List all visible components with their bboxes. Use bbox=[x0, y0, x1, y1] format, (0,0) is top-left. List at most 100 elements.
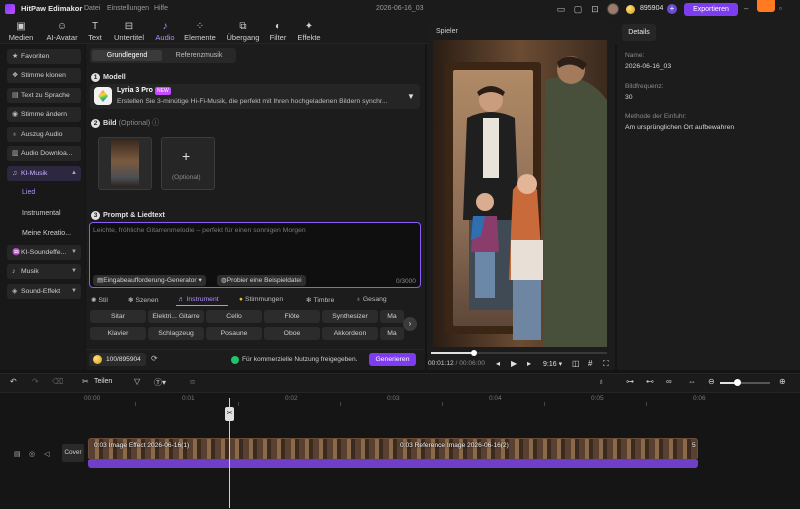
voice-change-icon: ◉ bbox=[12, 111, 19, 118]
chip-sitar[interactable]: Sitar bbox=[90, 310, 146, 323]
chip-posaune[interactable]: Posaune bbox=[206, 327, 262, 340]
sidebar-item-ki-soundeffekte[interactable]: ♒KI-Soundeffe... ▼ bbox=[7, 245, 81, 260]
chip-synthesizer[interactable]: Synthesizer bbox=[322, 310, 378, 323]
prev-frame-icon[interactable]: ◂ bbox=[496, 359, 500, 368]
cat-timbre[interactable]: ✻ Timbre bbox=[306, 296, 334, 304]
chip-klavier[interactable]: Klavier bbox=[90, 327, 146, 340]
sidebar-sub-instrumental[interactable]: Instrumental bbox=[22, 210, 61, 217]
tab-label: Effekte bbox=[297, 33, 321, 42]
user-avatar[interactable] bbox=[607, 3, 619, 15]
sidebar-item-stimme-klonen[interactable]: ❖ Stimme klonen bbox=[7, 68, 81, 83]
tab-audio[interactable]: ♪ Audio bbox=[152, 18, 178, 44]
plus-icon: + bbox=[182, 148, 191, 164]
chain-icon[interactable]: ∞ bbox=[666, 377, 672, 386]
example-file-button[interactable]: ◍Probier eine Beispieldatei bbox=[217, 275, 306, 286]
sidebar-item-ki-musik[interactable]: ♫ KI-Musik ▲ bbox=[7, 166, 81, 181]
cat-instrument[interactable]: ♬ Instrument bbox=[178, 296, 219, 303]
tab-effekte[interactable]: ✦ Effekte bbox=[294, 18, 324, 44]
cat-stil[interactable]: ✺ Stil bbox=[91, 296, 108, 304]
tab-text[interactable]: T Text bbox=[84, 18, 106, 44]
tab-ai-avatar[interactable]: ☺ AI-Avatar bbox=[41, 18, 83, 44]
cart-icon[interactable]: ⊡ bbox=[590, 4, 600, 14]
crop-icon[interactable]: # bbox=[588, 359, 592, 368]
chip-more-2[interactable]: Ma bbox=[380, 327, 404, 340]
chip-schlagzeug[interactable]: Schlagzeug bbox=[148, 327, 204, 340]
cat-gesang[interactable]: ♁ Gesang bbox=[356, 296, 387, 303]
sidebar-item-auszug-audio[interactable]: ♁ Auszug Audio bbox=[7, 127, 81, 142]
tab-label: Untertitel bbox=[113, 33, 144, 42]
sidebar-sub-lied[interactable]: Lied bbox=[22, 189, 35, 196]
section-title: Prompt & Liedtext bbox=[103, 210, 165, 219]
chip-floete[interactable]: Flöte bbox=[264, 310, 320, 323]
feedback-icon[interactable]: ▢ bbox=[573, 4, 583, 14]
track-lock-icon[interactable]: ▤ bbox=[14, 450, 21, 458]
cat-stimmungen[interactable]: ● Stimmungen bbox=[239, 296, 283, 303]
menu-hilfe[interactable]: Hilfe bbox=[154, 5, 168, 12]
seg-grundlegend[interactable]: Grundlegend bbox=[92, 50, 162, 61]
playhead-handle[interactable]: ✂ bbox=[225, 407, 234, 421]
sidebar-item-sound-effekt[interactable]: ◈ Sound-Effekt ▼ bbox=[7, 284, 81, 299]
track-visibility-icon[interactable]: ◎ bbox=[29, 450, 35, 458]
chip-oboe[interactable]: Oboe bbox=[264, 327, 320, 340]
video-preview[interactable] bbox=[433, 40, 607, 347]
scrub-handle[interactable] bbox=[471, 350, 477, 356]
split-button[interactable]: Teilen bbox=[94, 378, 112, 385]
undo-icon[interactable]: ↶ bbox=[10, 377, 17, 386]
chip-akkordeon[interactable]: Akkordeon bbox=[322, 327, 378, 340]
display-icon[interactable]: ▭ bbox=[556, 4, 566, 14]
sidebar-sub-meine-kreationen[interactable]: Meine Kreatio... bbox=[22, 230, 71, 237]
redo-icon[interactable]: ↷ bbox=[32, 377, 39, 386]
scissors-icon[interactable]: ✂ bbox=[82, 377, 89, 386]
tab-untertitel[interactable]: ⊟ Untertitel bbox=[109, 18, 149, 44]
microphone-icon[interactable]: ♁ bbox=[598, 377, 604, 386]
tab-uebergang[interactable]: ⧉ Übergang bbox=[224, 18, 262, 44]
refresh-icon[interactable]: ⟳ bbox=[151, 354, 158, 363]
speaker-icon: ◈ bbox=[12, 288, 18, 295]
fullscreen-icon[interactable]: ⛶ bbox=[603, 359, 609, 369]
prompt-generator-button[interactable]: ▤Eingabeaufforderung-Generator ▾ bbox=[93, 275, 206, 286]
screenshot-icon[interactable]: ◫ bbox=[572, 359, 580, 368]
info-icon[interactable]: ⓘ bbox=[152, 118, 159, 127]
zoom-out-icon[interactable]: ⊖ bbox=[708, 377, 715, 386]
sidebar-item-stimme-aendern[interactable]: ◉ Stimme ändern bbox=[7, 107, 81, 122]
marker-icon[interactable]: ▽ bbox=[134, 377, 140, 386]
delete-icon[interactable]: ⌫ bbox=[52, 377, 63, 386]
split-audio-icon[interactable]: ⊷ bbox=[646, 377, 654, 386]
tab-medien[interactable]: ▣ Medien bbox=[5, 18, 37, 44]
track-mute-icon[interactable]: ◁ bbox=[44, 450, 49, 458]
seg-referenzmusik[interactable]: Referenzmusik bbox=[164, 50, 234, 61]
menu-einstellungen[interactable]: Einstellungen bbox=[107, 5, 149, 12]
tab-filter[interactable]: ◐ Filter bbox=[266, 18, 290, 44]
star-icon: ★ bbox=[12, 53, 19, 60]
tab-elemente[interactable]: ⁘ Elemente bbox=[182, 18, 218, 44]
generate-button[interactable]: Generieren bbox=[369, 353, 416, 366]
cover-button[interactable]: Cover bbox=[62, 444, 84, 462]
play-icon[interactable]: ▶ bbox=[511, 359, 517, 368]
sidebar-item-musik[interactable]: ♪ Musik ▼ bbox=[7, 264, 81, 279]
chevron-down-icon[interactable]: ▼ bbox=[407, 92, 415, 101]
export-button[interactable]: Exportieren bbox=[684, 3, 738, 16]
sidebar-item-favoriten[interactable]: ★ Favoriten bbox=[7, 49, 81, 64]
aspect-ratio-select[interactable]: 9:16 ▾ bbox=[543, 360, 562, 368]
add-credits-button[interactable]: + bbox=[667, 4, 677, 14]
minimize-icon[interactable]: – bbox=[744, 4, 748, 13]
zoom-slider-handle[interactable] bbox=[734, 379, 741, 386]
music-icon: ♪ bbox=[12, 268, 16, 275]
cat-szenen[interactable]: ❃ Szenen bbox=[128, 296, 159, 304]
menu-datei[interactable]: Datei bbox=[84, 5, 100, 12]
chip-more-1[interactable]: Ma bbox=[380, 310, 404, 323]
audio-track[interactable] bbox=[88, 460, 698, 468]
sidebar-item-text-zu-sprache[interactable]: ▤ Text zu Sprache bbox=[7, 88, 81, 103]
next-frame-icon[interactable]: ▸ bbox=[527, 359, 531, 368]
text-tool-icon[interactable]: Ⓣ▾ bbox=[154, 377, 166, 388]
tab-details[interactable]: Details bbox=[622, 24, 656, 41]
crop-tool-icon[interactable]: ⧈ bbox=[190, 377, 195, 387]
chevron-right-icon[interactable]: › bbox=[403, 317, 417, 331]
link-icon[interactable]: ⊶ bbox=[626, 377, 634, 386]
chip-cello[interactable]: Cello bbox=[206, 310, 262, 323]
sidebar-item-audio-download[interactable]: ▥ Audio Downloa... bbox=[7, 146, 81, 161]
maximize-icon[interactable]: ▫ bbox=[779, 4, 782, 13]
fit-icon[interactable]: ⇔ bbox=[688, 377, 696, 386]
chip-e-gitarre[interactable]: Elektri... Gitarre bbox=[148, 310, 204, 323]
zoom-in-icon[interactable]: ⊕ bbox=[779, 377, 786, 386]
